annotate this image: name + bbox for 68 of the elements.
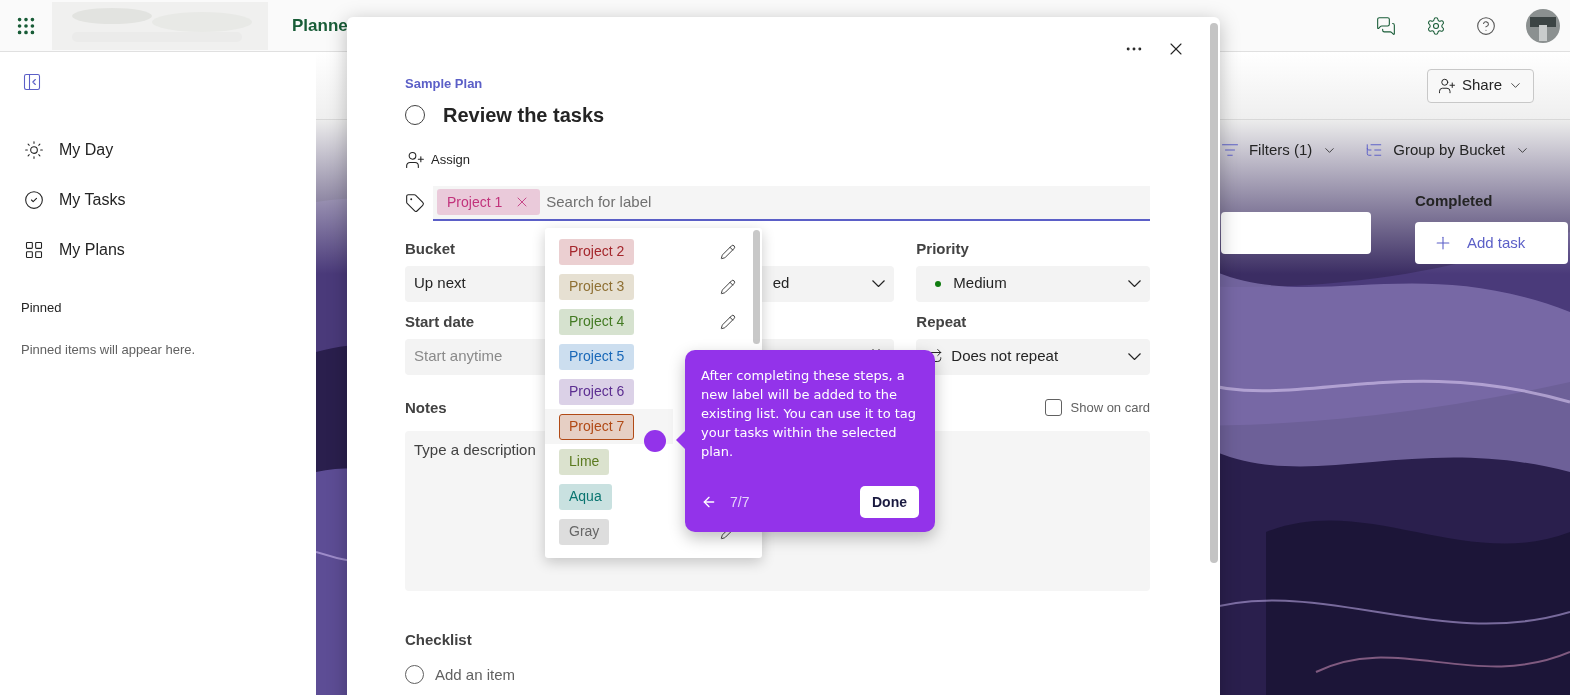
chat-icon[interactable]: [1376, 15, 1396, 36]
add-task-button[interactable]: Add task: [1415, 222, 1568, 264]
label-chip[interactable]: Project 7: [559, 413, 635, 440]
label-chip[interactable]: Lime: [559, 448, 610, 475]
step-counter: 7/7: [730, 492, 750, 512]
pencil-icon[interactable]: [720, 278, 736, 295]
done-button[interactable]: Done: [860, 486, 919, 518]
label-chip[interactable]: Aqua: [559, 483, 612, 510]
label-option[interactable]: Aqua: [545, 479, 673, 514]
chevron-down-icon: [1128, 280, 1141, 287]
empty-message: Pinned items will appear here.: [21, 340, 197, 359]
repeat-value: Does not repeat: [951, 346, 1059, 367]
help-icon[interactable]: [1476, 15, 1496, 36]
priority-dropdown[interactable]: Medium: [916, 265, 1150, 302]
tag-icon: [405, 193, 425, 213]
filter-button[interactable]: Filters (1): [1220, 138, 1338, 162]
label-chip[interactable]: Project 5: [559, 343, 635, 370]
assign-button[interactable]: Assign: [405, 149, 471, 170]
field-label: Repeat: [916, 312, 967, 332]
label-field[interactable]: Project 1 Search for label: [433, 185, 1150, 221]
label-chip[interactable]: Project 1: [437, 189, 541, 215]
avatar[interactable]: [1526, 8, 1560, 43]
label-search-input[interactable]: Search for label: [546, 190, 1146, 214]
label-option[interactable]: Lime: [545, 444, 673, 479]
settings-icon[interactable]: [1426, 15, 1446, 36]
nav-item[interactable]: My Day: [21, 138, 295, 162]
section-heading: Pinned: [21, 299, 63, 317]
sun-icon: [24, 140, 44, 160]
group-by-button[interactable]: Group by Bucket: [1365, 138, 1530, 162]
column-heading: Completed: [1415, 190, 1494, 211]
scrollbar[interactable]: [1210, 23, 1218, 563]
field-label: Priority: [916, 239, 969, 259]
label-option[interactable]: Project 6: [545, 374, 673, 409]
chevron-down-icon: [1128, 353, 1141, 360]
priority-value: Medium: [953, 273, 1007, 294]
nav-item[interactable]: My Tasks: [21, 188, 295, 212]
scrollbar[interactable]: [753, 230, 760, 344]
grid-icon: [24, 240, 44, 260]
share-icon: [1437, 76, 1456, 95]
pencil-icon[interactable]: [720, 313, 736, 330]
pencil-icon[interactable]: [720, 243, 736, 260]
complete-checkbox[interactable]: [405, 104, 425, 125]
task-title[interactable]: Review the tasks: [443, 99, 605, 130]
label-chip[interactable]: Project 6: [559, 378, 635, 405]
label-chip[interactable]: Project 3: [559, 273, 635, 300]
checklist-add-item[interactable]: Add an item: [405, 663, 516, 686]
show-on-card-checkbox[interactable]: Show on card: [1044, 398, 1150, 418]
label-option[interactable]: Project 4: [545, 304, 762, 339]
plan-name[interactable]: Sample Plan: [405, 74, 1150, 94]
label-chip[interactable]: Gray: [559, 518, 610, 545]
label-option[interactable]: Project 7: [545, 409, 673, 444]
nav-item[interactable]: My Plans: [21, 238, 295, 262]
chevron-down-icon: [872, 280, 886, 287]
filter-icon: [1220, 141, 1239, 159]
app-name: Planne: [292, 14, 348, 37]
check-icon: [24, 190, 44, 210]
field-label: Notes: [405, 397, 447, 418]
list-icon: [1365, 141, 1384, 159]
tooltip-text: After completing these steps, a new label will be added to the existing list. You can use it to tag your tasks within the selected plan.: [701, 367, 918, 461]
field-label: Start date: [405, 312, 475, 332]
assign-icon: [405, 149, 425, 170]
field-label: Checklist: [405, 630, 473, 650]
label-chip[interactable]: Project 2: [559, 238, 635, 265]
field-label: Bucket: [405, 239, 456, 259]
share-button[interactable]: Share: [1426, 68, 1534, 103]
label-chip[interactable]: Project 4: [559, 308, 635, 335]
collapse-sidebar-icon[interactable]: [22, 72, 42, 92]
repeat-dropdown[interactable]: Does not repeat: [916, 338, 1150, 375]
